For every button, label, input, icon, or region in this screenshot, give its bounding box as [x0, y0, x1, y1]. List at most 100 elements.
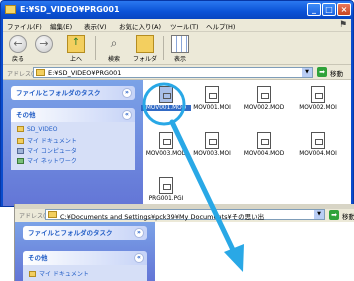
- file-name: MOV003.MOD: [145, 151, 187, 157]
- link-my-documents[interactable]: マイ ドキュメント: [17, 136, 77, 145]
- view-label: 表示: [173, 56, 186, 63]
- folder-icon: [48, 211, 57, 218]
- up-button[interactable]: ↑ 上へ: [65, 33, 87, 64]
- file-tasks-title: ファイルとフォルダのタスク: [28, 229, 113, 237]
- file-tasks-header[interactable]: ファイルとフォルダのタスク »: [11, 86, 135, 100]
- menu-help[interactable]: ヘルプ(H): [206, 21, 235, 31]
- file-icon: [311, 86, 325, 103]
- explorer-window-prg001: E:¥SD_VIDEO¥PRG001 _ □ × ファイル(F) 編集(E) 表…: [0, 0, 354, 207]
- file-item[interactable]: PRG001.PGI: [141, 177, 191, 202]
- address-value: C:¥Documents and Settings¥pck39¥My Docum…: [60, 213, 265, 221]
- link-my-computer[interactable]: マイ コンピュータ: [17, 146, 77, 155]
- file-icon: [205, 132, 219, 149]
- other-places-list: マイ ドキュメント: [23, 265, 147, 281]
- folder-up-icon: ↑: [67, 35, 85, 53]
- my-computer-icon: [17, 148, 24, 154]
- folders-label: フォルダ: [133, 56, 158, 63]
- other-places-title: その他: [28, 254, 48, 262]
- file-name: MOV003.MOI: [193, 151, 231, 157]
- file-item[interactable]: MOV002.MOI: [293, 86, 343, 111]
- file-item[interactable]: MOV001.MOD: [141, 86, 191, 111]
- link-my-documents[interactable]: マイ ドキュメント: [29, 269, 89, 278]
- back-button[interactable]: ← 戻る: [7, 33, 29, 64]
- folder-icon: [5, 5, 16, 14]
- search-icon: ⌕: [110, 36, 118, 50]
- file-name: MOV002.MOI: [299, 105, 337, 111]
- link-label: マイ コンピュータ: [27, 148, 77, 155]
- link-sd-video[interactable]: SD_VIDEO: [17, 126, 57, 133]
- title-bar[interactable]: E:¥SD_VIDEO¥PRG001 _ □ ×: [1, 1, 353, 19]
- file-tasks-title: ファイルとフォルダのタスク: [16, 89, 101, 97]
- my-documents-icon: [29, 271, 36, 277]
- menu-edit[interactable]: 編集(E): [50, 21, 72, 31]
- folder-icon: [36, 69, 45, 76]
- file-icon: [159, 177, 173, 194]
- address-value: E:¥SD_VIDEO¥PRG001: [48, 69, 122, 77]
- file-icon: [159, 132, 173, 149]
- close-button[interactable]: ×: [337, 3, 351, 16]
- menu-file[interactable]: ファイル(F): [7, 21, 42, 31]
- address-input[interactable]: C:¥Documents and Settings¥pck39¥My Docum…: [45, 209, 325, 221]
- file-name: MOV001.MOI: [193, 105, 231, 111]
- toolbar-separator: [163, 36, 164, 60]
- file-icon: [257, 86, 271, 103]
- link-label: マイ ドキュメント: [27, 138, 77, 145]
- forward-button[interactable]: →: [33, 33, 55, 64]
- back-label: 戻る: [11, 56, 24, 63]
- go-arrow-icon: ➡: [329, 210, 339, 220]
- collapse-chevron-icon[interactable]: «: [134, 253, 144, 263]
- menu-view[interactable]: 表示(V): [84, 21, 107, 31]
- forward-arrow-icon: →: [35, 35, 53, 53]
- file-item[interactable]: MOV004.MOI: [293, 132, 343, 157]
- file-icon: [159, 86, 173, 103]
- menu-tools[interactable]: ツール(T): [170, 21, 199, 31]
- explorer-window-my-documents: アドレス(D) C:¥Documents and Settings¥pck39¥…: [14, 204, 354, 281]
- link-label: マイ ドキュメント: [39, 271, 89, 278]
- my-documents-icon: [17, 138, 24, 144]
- address-input[interactable]: E:¥SD_VIDEO¥PRG001 ▼: [33, 67, 313, 78]
- file-icon: [257, 132, 271, 149]
- expand-chevron-icon[interactable]: »: [134, 228, 144, 238]
- file-tasks-header[interactable]: ファイルとフォルダのタスク »: [23, 226, 147, 240]
- file-item[interactable]: MOV003.MOD: [141, 132, 191, 157]
- toolbar: ← 戻る → ↑ 上へ ⌕ 検索 フォルダ 表示: [3, 32, 351, 65]
- menu-favorites[interactable]: お気に入り(A): [119, 21, 161, 31]
- go-button[interactable]: ➡ 移動: [317, 67, 349, 78]
- window-body: ファイルとフォルダのタスク » その他 « SD_VIDEO マイ ドキュメント…: [3, 80, 351, 206]
- go-label: 移動: [342, 213, 354, 221]
- up-label: 上へ: [69, 56, 82, 63]
- toolbar-separator: [95, 36, 96, 60]
- file-item[interactable]: MOV001.MOI: [187, 86, 237, 111]
- dropdown-arrow-icon[interactable]: ▼: [302, 68, 312, 77]
- task-pane: ファイルとフォルダのタスク » その他 « マイ ドキュメント: [15, 222, 155, 281]
- other-places-title: その他: [16, 111, 36, 119]
- folders-icon: [136, 35, 154, 53]
- file-name: MOV004.MOD: [243, 151, 285, 157]
- file-name: MOV004.MOI: [299, 151, 337, 157]
- search-button[interactable]: ⌕ 検索: [103, 33, 125, 64]
- my-network-icon: [17, 158, 24, 164]
- back-arrow-icon: ←: [9, 35, 27, 53]
- task-pane: ファイルとフォルダのタスク » その他 « SD_VIDEO マイ ドキュメント…: [3, 80, 143, 206]
- file-item[interactable]: MOV002.MOD: [239, 86, 289, 111]
- collapse-chevron-icon[interactable]: «: [122, 110, 132, 120]
- folders-button[interactable]: フォルダ: [133, 33, 157, 64]
- window-title: E:¥SD_VIDEO¥PRG001: [20, 5, 120, 14]
- go-button[interactable]: ➡ 移動: [329, 210, 354, 221]
- windows-logo-icon: ⚑: [338, 20, 348, 30]
- go-arrow-icon: ➡: [317, 67, 327, 77]
- file-item[interactable]: MOV003.MOI: [187, 132, 237, 157]
- menu-bar: ファイル(F) 編集(E) 表示(V) お気に入り(A) ツール(T) ヘルプ(…: [3, 19, 351, 32]
- expand-chevron-icon[interactable]: »: [122, 88, 132, 98]
- file-name: MOV002.MOD: [243, 105, 285, 111]
- minimize-button[interactable]: _: [307, 3, 321, 16]
- link-my-network[interactable]: マイ ネットワーク: [17, 156, 77, 165]
- folder-icon: [17, 126, 24, 132]
- maximize-button[interactable]: □: [322, 3, 336, 16]
- view-button[interactable]: 表示: [169, 33, 191, 64]
- file-item[interactable]: MOV004.MOD: [239, 132, 289, 157]
- link-label: マイ ネットワーク: [27, 158, 77, 165]
- other-places-header[interactable]: その他 «: [23, 251, 147, 265]
- other-places-header[interactable]: その他 «: [11, 108, 135, 122]
- dropdown-arrow-icon[interactable]: ▼: [314, 210, 324, 219]
